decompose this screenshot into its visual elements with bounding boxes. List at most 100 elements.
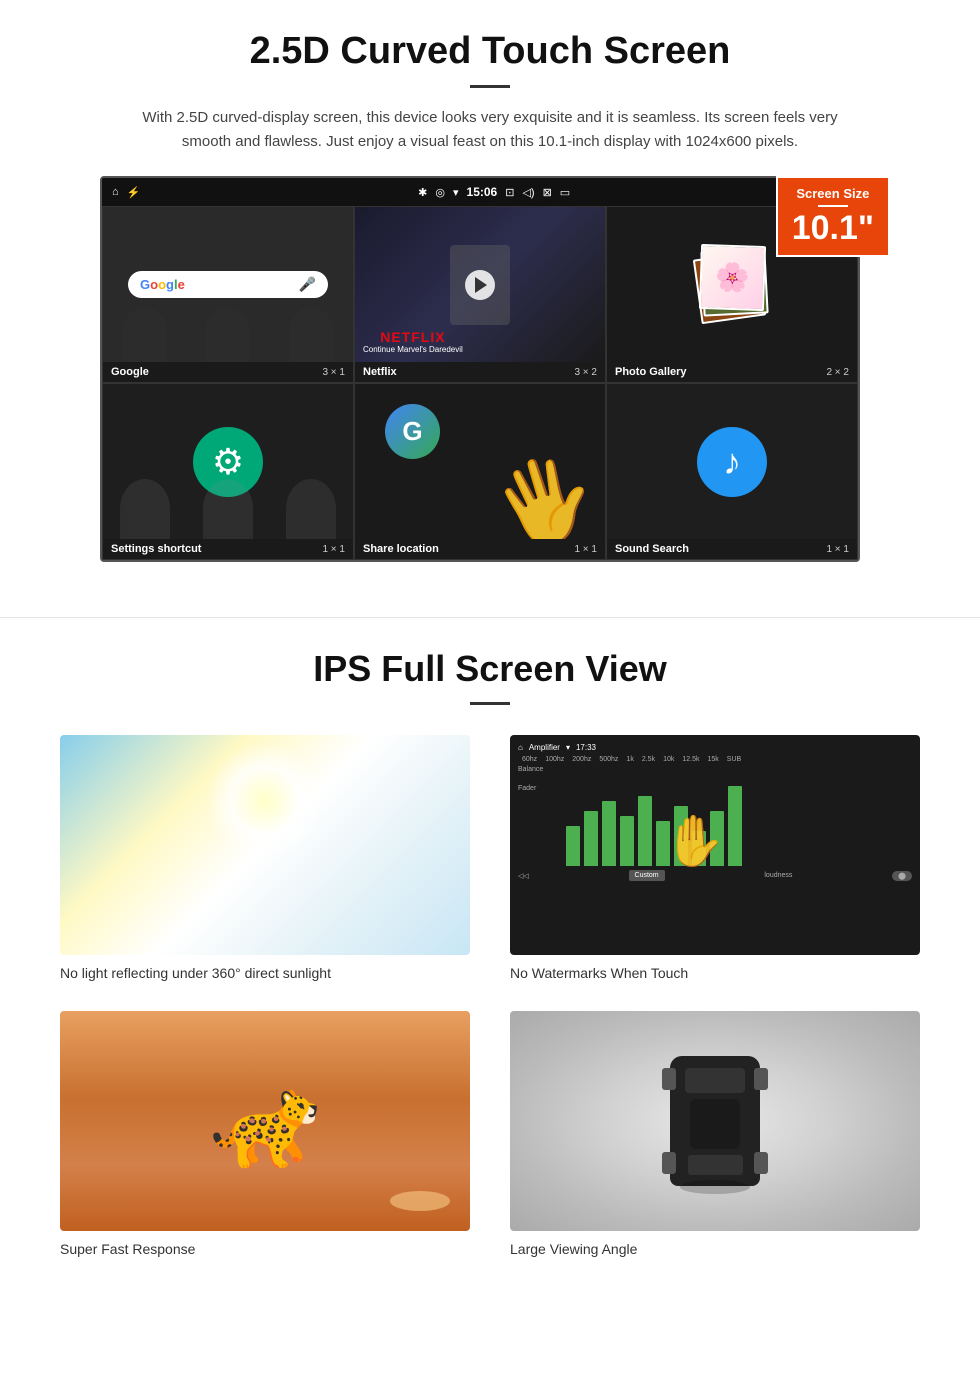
- sunlight-image: [60, 735, 470, 955]
- netflix-app-dim: 3 × 2: [574, 367, 597, 378]
- app-cell-netflix[interactable]: NETFLIX Continue Marvel's Daredevil Netf…: [354, 206, 606, 383]
- netflix-overlay: NETFLIX Continue Marvel's Daredevil: [363, 329, 463, 354]
- amp-left-labels: Balance Fader: [518, 766, 558, 866]
- cheetah-emoji: 🐆: [209, 1069, 321, 1174]
- amp-title: Amplifier: [529, 743, 560, 752]
- app-cell-settings[interactable]: ⚙ Settings shortcut 1 × 1: [102, 383, 354, 560]
- share-app-dim: 1 × 1: [574, 544, 597, 555]
- cheetah-visual: 🐆: [60, 1011, 470, 1231]
- feature-cheetah: 🐆 Super Fast Response: [60, 1011, 470, 1257]
- bluetooth-icon: ✱: [418, 186, 427, 199]
- amp-bar-5: [638, 796, 652, 866]
- amplifier-visual: ⌂ Amplifier ▾ 17:33 60hz100hz200hz500hz1…: [510, 735, 920, 955]
- google-bg-silhouettes: [103, 307, 353, 362]
- amp-freq-labels: 60hz100hz200hz500hz1k2.5k10k12.5k15kSUB: [518, 756, 912, 763]
- app-cell-share[interactable]: G 🖐 Share location 1 × 1: [354, 383, 606, 560]
- music-note-icon: ♪: [723, 441, 741, 483]
- amp-toggle[interactable]: ⬤: [892, 871, 912, 881]
- car-caption: Large Viewing Angle: [510, 1241, 920, 1257]
- feature-grid: No light reflecting under 360° direct su…: [40, 735, 940, 1257]
- cheetah-caption: Super Fast Response: [60, 1241, 470, 1257]
- section1-title: 2.5D Curved Touch Screen: [60, 30, 920, 73]
- car-windshield: [685, 1068, 745, 1093]
- camera-icon: ⊡: [505, 186, 514, 199]
- share-app-name: Share location: [363, 543, 439, 555]
- silhouette3: [289, 307, 334, 362]
- sunlight-caption: No light reflecting under 360° direct su…: [60, 965, 470, 981]
- feature-sunlight: No light reflecting under 360° direct su…: [60, 735, 470, 981]
- android-screen: ⌂ ⚡ ✱ ◎ ▾ 15:06 ⊡ ◁) ⊠ ▭: [100, 176, 860, 562]
- settings-app-name: Settings shortcut: [111, 543, 201, 555]
- netflix-app-name: Netflix: [363, 366, 397, 378]
- amplifier-image: ⌂ Amplifier ▾ 17:33 60hz100hz200hz500hz1…: [510, 735, 920, 955]
- google-app-dim: 3 × 1: [322, 367, 345, 378]
- maps-g-icon: G: [385, 404, 440, 459]
- app-cell-google[interactable]: Google 🎤 Google 3 × 1: [102, 206, 354, 383]
- section-ips-screen: IPS Full Screen View No light reflecting…: [0, 648, 980, 1287]
- silhouette2: [205, 307, 250, 362]
- section1-title-underline: [470, 85, 510, 88]
- google-logo: Google: [140, 277, 185, 292]
- mic-icon: 🎤: [299, 276, 316, 293]
- amp-bar-4: [620, 816, 634, 866]
- status-bar-center: ✱ ◎ ▾ 15:06 ⊡ ◁) ⊠ ▭: [140, 185, 848, 199]
- netflix-play-button[interactable]: [465, 270, 495, 300]
- amp-time: 17:33: [576, 743, 596, 752]
- hand-pointing-icon: 🖐: [482, 441, 605, 539]
- amp-back-icon: ◁◁: [518, 872, 529, 880]
- amp-bar-10: [728, 786, 742, 866]
- car-roof: [690, 1099, 740, 1149]
- amplifier-caption: No Watermarks When Touch: [510, 965, 920, 981]
- settings-app-dim: 1 × 1: [322, 544, 345, 555]
- play-triangle: [475, 277, 487, 293]
- google-label-row: Google 3 × 1: [103, 362, 353, 382]
- feature-amplifier: ⌂ Amplifier ▾ 17:33 60hz100hz200hz500hz1…: [510, 735, 920, 981]
- settings-bg-silhouettes: [103, 479, 353, 539]
- sound-app-name: Sound Search: [615, 543, 689, 555]
- amp-labels-side: Balance Fader: [518, 766, 912, 866]
- car-body: [670, 1056, 760, 1186]
- car-visual: [510, 1011, 920, 1231]
- amp-balance-label: Balance: [518, 766, 558, 773]
- device-mockup: Screen Size 10.1" ⌂ ⚡ ✱ ◎ ▾ 15:06 ⊡ ◁) ⊠: [100, 176, 880, 562]
- photo-stack: 🌸: [692, 245, 772, 325]
- amp-bar-3: [602, 801, 616, 866]
- wifi-icon: ▾: [453, 186, 459, 199]
- gallery-label-row: Photo Gallery 2 × 2: [607, 362, 857, 382]
- settings-label-row: Settings shortcut 1 × 1: [103, 539, 353, 559]
- home-icon: ⌂: [112, 186, 119, 198]
- window-icon: ▭: [560, 186, 570, 199]
- amp-loudness-label: loudness: [764, 872, 792, 879]
- badge-size-value: 10.1": [792, 211, 874, 245]
- section1-description: With 2.5D curved-display screen, this de…: [140, 106, 840, 154]
- usb-icon: ⚡: [127, 186, 141, 199]
- volume-icon: ◁): [522, 186, 534, 199]
- settings-cell-content: ⚙: [103, 384, 353, 539]
- car-wheel-rear-left: [662, 1152, 676, 1174]
- car-rear-window: [688, 1155, 743, 1175]
- amp-wifi: ▾: [566, 743, 570, 752]
- share-label-row: Share location 1 × 1: [355, 539, 605, 559]
- bg-sil3: [286, 479, 336, 539]
- amp-header: ⌂ Amplifier ▾ 17:33: [518, 743, 912, 752]
- close-icon: ⊠: [543, 186, 552, 199]
- section-curved-screen: 2.5D Curved Touch Screen With 2.5D curve…: [0, 0, 980, 587]
- section-divider: [0, 617, 980, 618]
- amp-fader-label: Fader: [518, 785, 558, 792]
- gallery-app-name: Photo Gallery: [615, 366, 687, 378]
- amp-bar-2: [584, 811, 598, 866]
- app-grid-row1: Google 🎤 Google 3 × 1: [102, 206, 858, 383]
- netflix-cell-content: NETFLIX Continue Marvel's Daredevil: [355, 207, 605, 362]
- sunlight-flare: [205, 741, 325, 861]
- app-cell-sound[interactable]: ♪ Sound Search 1 × 1: [606, 383, 858, 560]
- sound-app-dim: 1 × 1: [826, 544, 849, 555]
- amp-custom-btn[interactable]: Custom: [629, 870, 665, 881]
- sound-label-row: Sound Search 1 × 1: [607, 539, 857, 559]
- google-search-bar[interactable]: Google 🎤: [128, 271, 328, 298]
- status-bar: ⌂ ⚡ ✱ ◎ ▾ 15:06 ⊡ ◁) ⊠ ▭: [102, 178, 858, 206]
- settings-gear-icon: ⚙: [212, 441, 244, 483]
- badge-title-text: Screen Size: [792, 186, 874, 201]
- section2-title-underline: [470, 702, 510, 705]
- amp-home-icon: ⌂: [518, 743, 523, 752]
- netflix-label-row: Netflix 3 × 2: [355, 362, 605, 382]
